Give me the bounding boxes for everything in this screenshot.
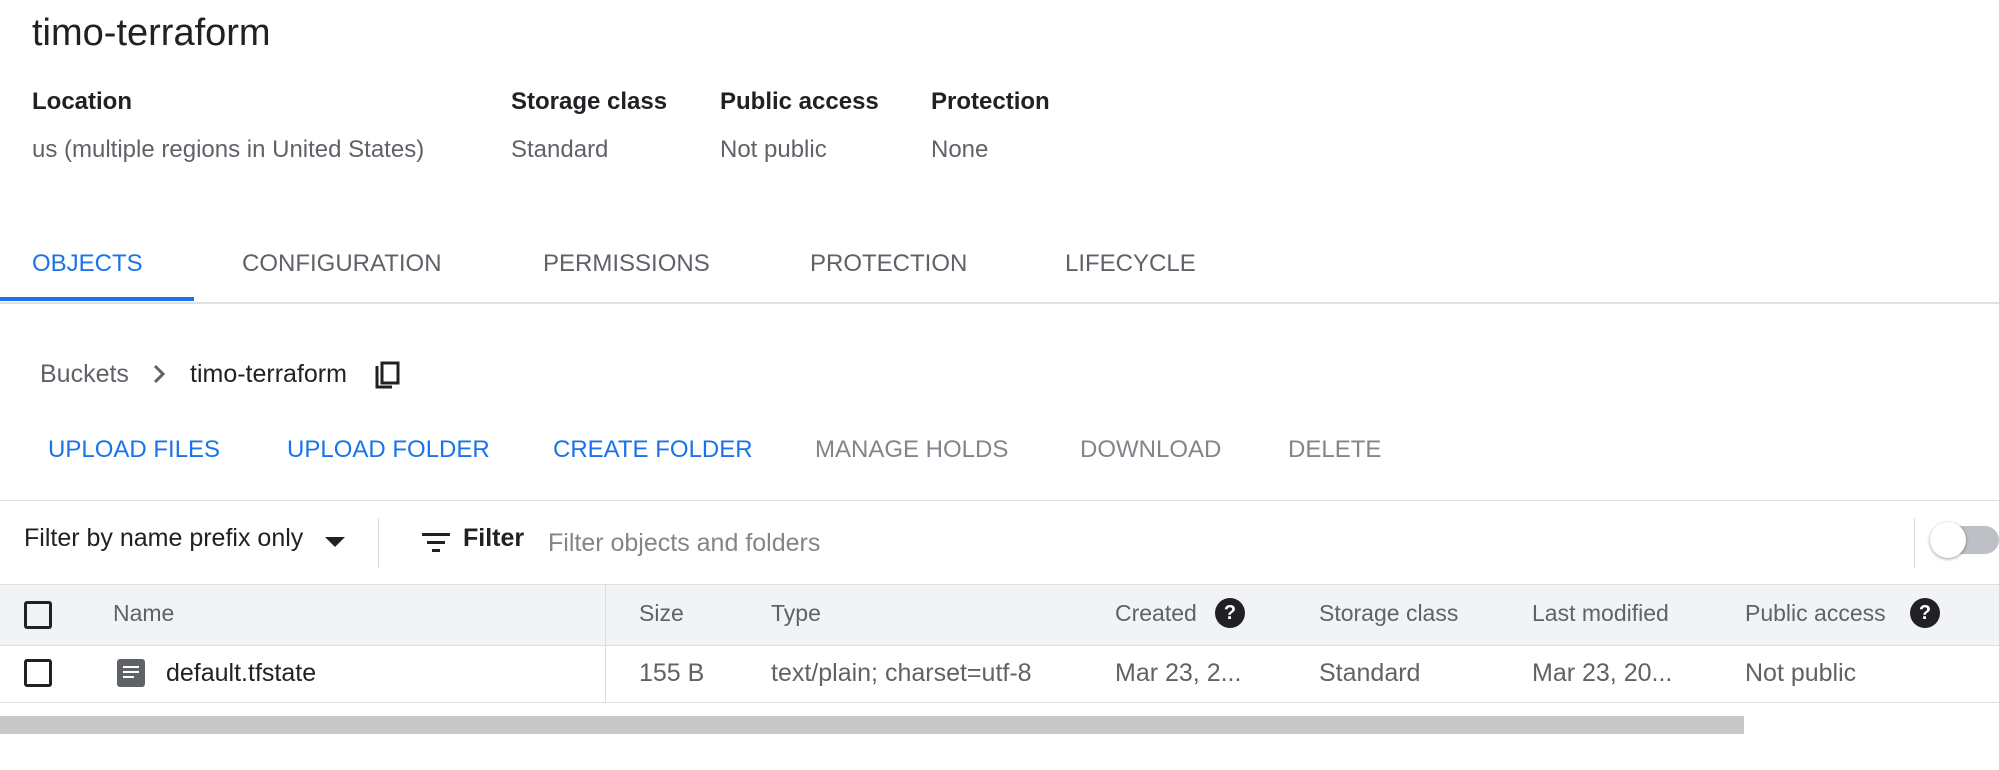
filter-mode-dropdown[interactable]: Filter by name prefix only: [24, 524, 303, 553]
meta-label-public-access: Public access: [720, 88, 879, 115]
filter-icon[interactable]: [420, 530, 452, 556]
filter-divider: [378, 518, 379, 568]
meta-label-storage-class: Storage class: [511, 88, 668, 115]
cell-storage-class: Standard: [1319, 659, 1421, 687]
column-header-created[interactable]: Created: [1115, 600, 1197, 627]
manage-holds-button[interactable]: MANAGE HOLDS: [815, 436, 1008, 464]
breadcrumb-current: timo-terraform: [190, 360, 347, 388]
filter-button[interactable]: Filter: [463, 524, 524, 553]
select-all-checkbox[interactable]: [24, 601, 52, 629]
column-header-type[interactable]: Type: [771, 600, 821, 627]
view-toggle-knob[interactable]: [1930, 522, 1966, 558]
cell-last-modified: Mar 23, 20...: [1532, 659, 1673, 687]
meta-value-public-access: Not public: [720, 136, 827, 163]
filter-input[interactable]: [548, 518, 1898, 568]
file-icon: [117, 659, 145, 687]
cell-public-access: Not public: [1745, 659, 1857, 687]
cell-type: text/plain; charset=utf-8: [771, 659, 1032, 687]
column-header-last-modified[interactable]: Last modified: [1532, 600, 1669, 627]
tab-configuration[interactable]: CONFIGURATION: [242, 235, 442, 302]
meta-value-protection: None: [931, 136, 989, 163]
create-folder-button[interactable]: CREATE FOLDER: [553, 436, 753, 464]
meta-label-protection: Protection: [931, 88, 1050, 115]
row-checkbox[interactable]: [24, 659, 52, 687]
help-icon[interactable]: ?: [1215, 598, 1245, 628]
upload-folder-button[interactable]: UPLOAD FOLDER: [287, 436, 490, 464]
column-header-size[interactable]: Size: [639, 600, 684, 627]
tab-active-indicator: [0, 297, 194, 301]
file-name-link[interactable]: default.tfstate: [166, 659, 316, 688]
toggle-divider: [1914, 518, 1915, 568]
chevron-right-icon: [153, 364, 166, 384]
table-header: [0, 584, 1999, 646]
tab-protection[interactable]: PROTECTION: [810, 235, 967, 302]
help-icon[interactable]: ?: [1910, 598, 1940, 628]
delete-button[interactable]: DELETE: [1288, 436, 1381, 464]
tab-permissions[interactable]: PERMISSIONS: [543, 235, 710, 302]
bucket-title: timo-terraform: [32, 12, 271, 54]
dropdown-caret-icon[interactable]: [325, 537, 345, 547]
tab-objects[interactable]: OBJECTS: [32, 235, 143, 302]
column-header-storage-class[interactable]: Storage class: [1319, 600, 1458, 627]
copy-icon[interactable]: [374, 360, 402, 392]
meta-label-location: Location: [32, 88, 132, 115]
cell-size: 155 B: [639, 659, 705, 687]
column-header-name[interactable]: Name: [113, 600, 174, 627]
tab-bar: OBJECTS CONFIGURATION PERMISSIONS PROTEC…: [0, 235, 1999, 304]
upload-files-button[interactable]: UPLOAD FILES: [48, 436, 220, 464]
horizontal-scrollbar[interactable]: [0, 716, 1744, 734]
meta-value-storage-class: Standard: [511, 136, 609, 163]
column-header-public-access[interactable]: Public access: [1745, 600, 1886, 627]
download-button[interactable]: DOWNLOAD: [1080, 436, 1221, 464]
tab-lifecycle[interactable]: LIFECYCLE: [1065, 235, 1196, 302]
breadcrumb-root[interactable]: Buckets: [40, 360, 129, 389]
meta-value-location: us (multiple regions in United States): [32, 136, 425, 163]
cell-created: Mar 23, 2...: [1115, 659, 1242, 687]
